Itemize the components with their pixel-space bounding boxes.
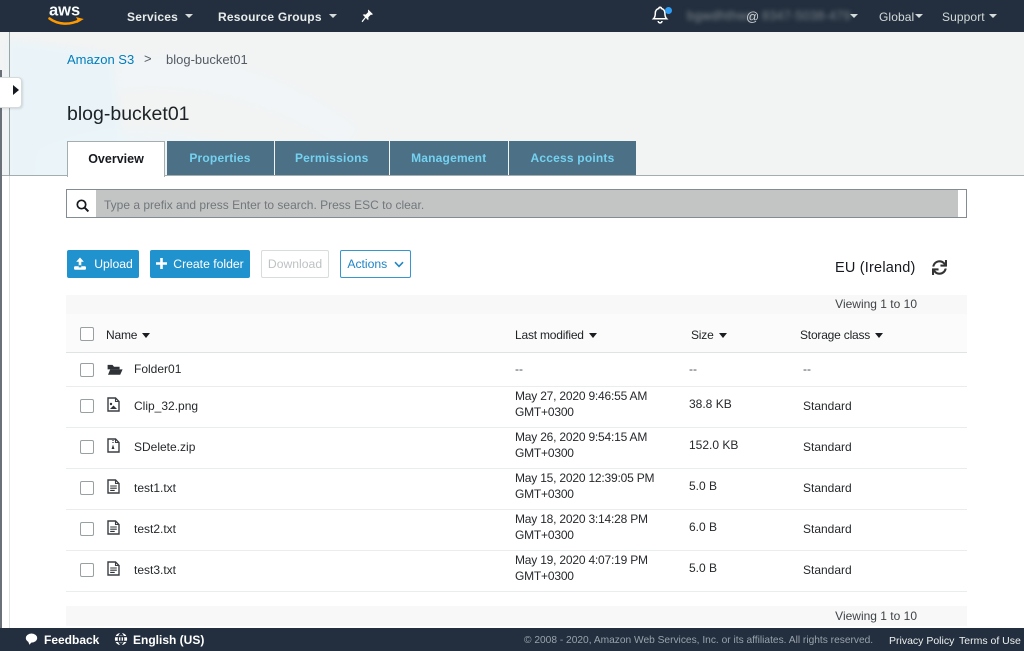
svg-text:aws: aws xyxy=(49,2,80,20)
